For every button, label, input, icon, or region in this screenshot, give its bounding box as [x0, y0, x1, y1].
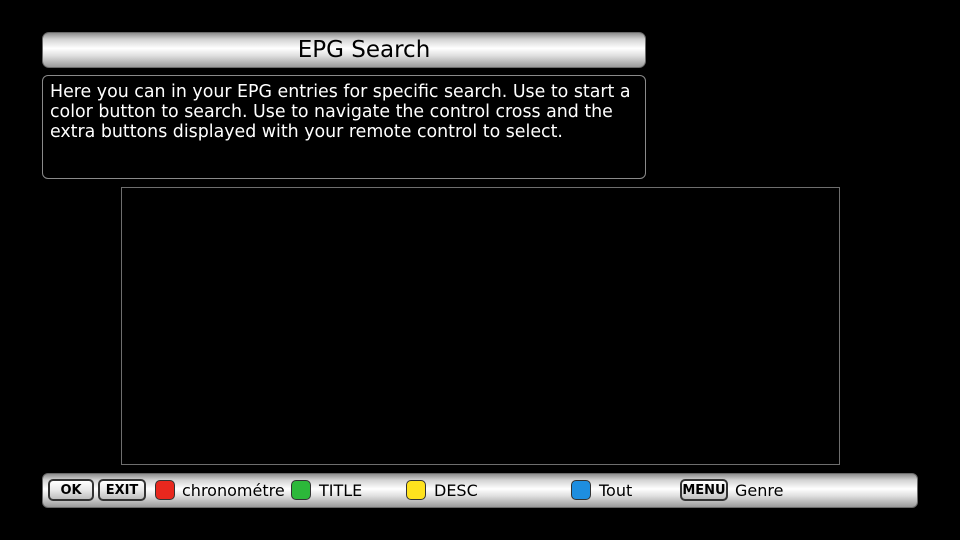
preview-area	[121, 187, 840, 465]
ok-button-label: OK	[60, 482, 82, 498]
info-text: Here you can in your EPG entries for spe…	[50, 82, 631, 142]
yellow-button-label: DESC	[434, 481, 478, 500]
menu-button-label: MENU	[682, 482, 726, 498]
footer-button-bar: OK EXIT chronométre TITLE DESC Tout MENU…	[42, 473, 918, 508]
menu-button[interactable]: MENU	[680, 479, 728, 501]
blue-button-icon[interactable]	[571, 480, 591, 500]
page-title: EPG Search	[297, 37, 431, 63]
info-box: Here you can in your EPG entries for spe…	[42, 75, 646, 179]
green-button-label: TITLE	[319, 481, 363, 500]
red-button-icon[interactable]	[155, 480, 175, 500]
blue-button-label: Tout	[599, 481, 633, 500]
red-button-label: chronométre	[182, 481, 285, 500]
menu-action-label: Genre	[735, 481, 784, 500]
yellow-button-icon[interactable]	[406, 480, 426, 500]
ok-button[interactable]: OK	[48, 479, 94, 501]
title-bar: EPG Search	[42, 32, 646, 68]
green-button-icon[interactable]	[291, 480, 311, 500]
exit-button[interactable]: EXIT	[98, 479, 146, 501]
exit-button-label: EXIT	[105, 482, 139, 498]
